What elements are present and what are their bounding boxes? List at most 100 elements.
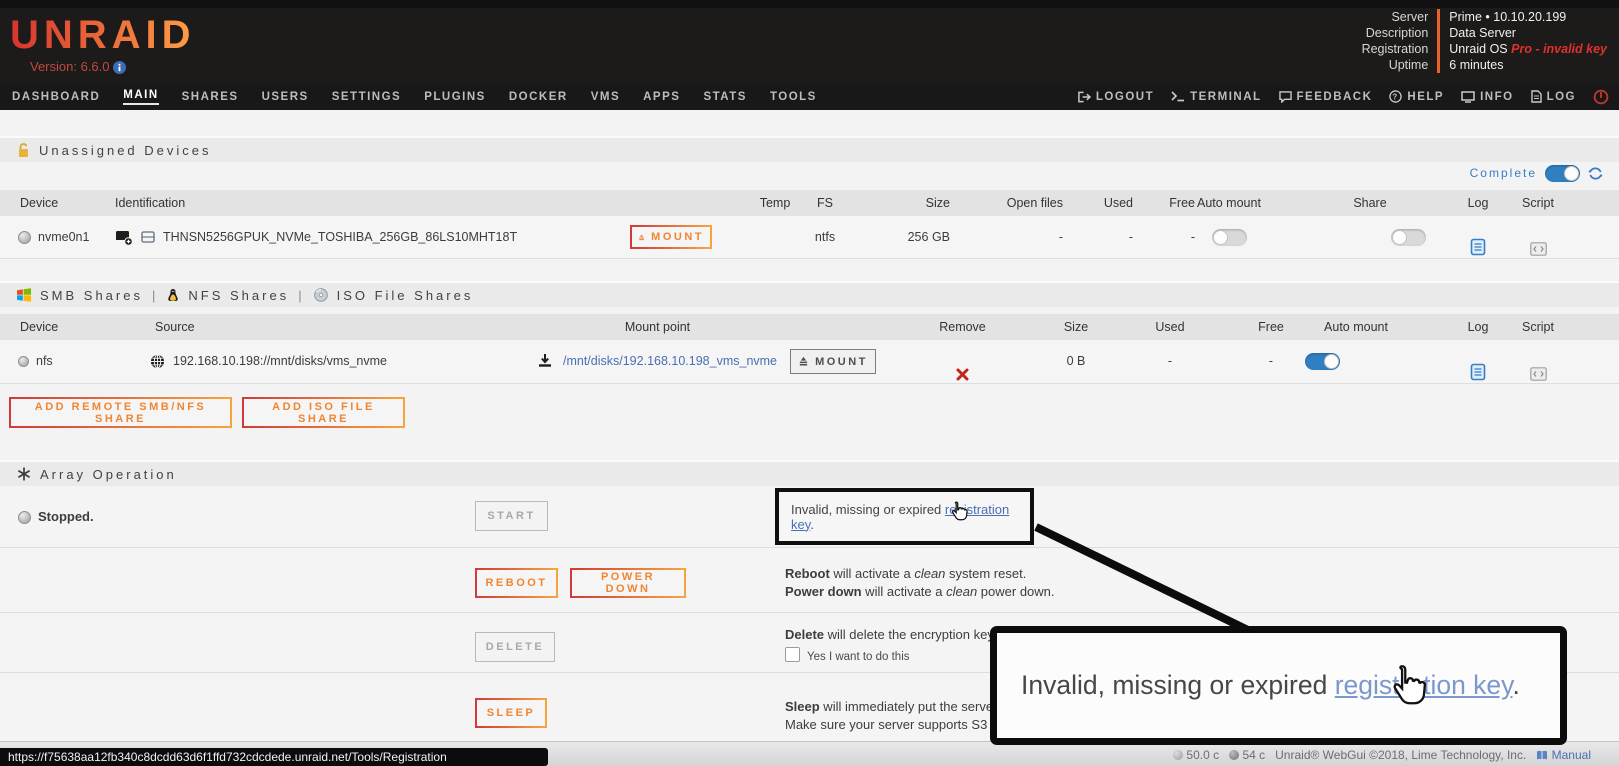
temp-cpu: 50.0 c: [1173, 748, 1219, 762]
manual-link-group: Manual: [1536, 748, 1591, 762]
start-button[interactable]: START: [475, 501, 548, 531]
mount-icon: [798, 356, 809, 367]
help-button[interactable]: ? HELP: [1389, 90, 1444, 103]
unlock-icon: [17, 143, 30, 158]
array-status-dot: [18, 511, 31, 524]
info-icon[interactable]: [113, 61, 126, 74]
mount-device-button[interactable]: MOUNT: [630, 225, 712, 249]
nav-shares[interactable]: SHARES: [182, 91, 239, 103]
script-icon[interactable]: [1530, 242, 1547, 256]
col-temp: Temp: [745, 190, 805, 216]
add-remote-share-button[interactable]: ADD REMOTE SMB/NFS SHARE: [9, 397, 232, 428]
footer-copyright: Unraid® WebGui ©2018, Lime Technology, I…: [1275, 748, 1526, 762]
unraid-main-page: UNRAID Version: 6.6.0 Server Prime • 10.…: [0, 0, 1619, 766]
share-status-dot: [18, 356, 29, 367]
mount-share-button[interactable]: MOUNT: [790, 349, 876, 374]
log-icon[interactable]: [1470, 363, 1486, 381]
registration-value: Unraid OS Pro - invalid key: [1437, 41, 1607, 57]
nav-tools[interactable]: TOOLS: [770, 91, 817, 103]
col-mount-point: Mount point: [580, 314, 735, 340]
nav-docker[interactable]: DOCKER: [509, 91, 568, 103]
auto-mount-toggle[interactable]: [1305, 353, 1340, 370]
col-used: Used: [1075, 190, 1133, 216]
iso-disc-icon: [314, 288, 328, 302]
monitor-icon: [1461, 91, 1475, 103]
section-title: Array Operation: [40, 467, 177, 482]
tab-nfs-shares[interactable]: NFS Shares: [188, 288, 289, 303]
reboot-description: Reboot will activate a clean system rese…: [785, 566, 1026, 581]
mount-point-link[interactable]: /mnt/disks/192.168.10.198_vms_nvme: [563, 340, 777, 383]
delete-confirm-checkbox[interactable]: [785, 647, 800, 662]
tab-iso-file-shares[interactable]: ISO File Shares: [337, 288, 474, 303]
source-cell: 192.168.10.198://mnt/disks/vms_nvme: [150, 340, 387, 383]
script-cell: [1500, 227, 1576, 269]
nav-users[interactable]: USERS: [262, 91, 309, 103]
col-auto-mount: Auto mount: [1310, 314, 1402, 340]
remove-x-icon[interactable]: [956, 368, 969, 381]
warning-text: Invalid, missing or expired registration…: [791, 502, 1030, 532]
alert-power-icon[interactable]: [1593, 89, 1609, 105]
manual-link[interactable]: Manual: [1552, 748, 1591, 762]
tab-smb-shares[interactable]: SMB Shares: [40, 288, 143, 303]
nav-stats[interactable]: STATS: [703, 91, 747, 103]
logfile-icon: [1531, 90, 1542, 103]
server-info-label: Server: [1362, 9, 1438, 25]
delete-button[interactable]: DELETE: [475, 632, 555, 662]
refresh-icon[interactable]: [1588, 166, 1603, 181]
log-icon[interactable]: [1470, 238, 1486, 256]
nav-plugins[interactable]: PLUGINS: [424, 91, 486, 103]
share-toggle[interactable]: [1391, 229, 1426, 246]
partition-icon[interactable]: [141, 231, 155, 243]
power-down-button[interactable]: POWER DOWN: [570, 568, 686, 598]
unassigned-devices-section-header: Unassigned Devices: [0, 136, 1619, 162]
feedback-button[interactable]: FEEDBACK: [1279, 91, 1373, 103]
complete-label: Complete: [1470, 166, 1537, 180]
size-cell: 0 B: [1030, 340, 1122, 383]
complete-toggle-group: Complete: [1470, 161, 1603, 185]
server-info-panel: Server Prime • 10.10.20.199 Description …: [1362, 9, 1607, 73]
col-script: Script: [1500, 314, 1576, 340]
nav-settings[interactable]: SETTINGS: [332, 91, 402, 103]
delete-description: Delete will delete the encryption keyfil…: [785, 627, 1014, 642]
info-button[interactable]: INFO: [1461, 91, 1513, 103]
section-title: Unassigned Devices: [39, 143, 212, 158]
log-button[interactable]: LOG: [1531, 90, 1576, 103]
col-size: Size: [1030, 314, 1122, 340]
disk-drive-add-icon[interactable]: [115, 229, 133, 246]
free-cell: -: [1145, 216, 1195, 258]
col-identification: Identification: [115, 190, 185, 216]
mb-temp-dot: [1229, 750, 1239, 760]
feedback-icon: [1279, 91, 1292, 103]
nav-main[interactable]: MAIN: [123, 89, 158, 105]
globe-icon: [150, 354, 165, 369]
col-used: Used: [1125, 314, 1215, 340]
add-iso-share-button[interactable]: ADD ISO FILE SHARE: [242, 397, 405, 428]
server-info-value: Data Server: [1437, 25, 1607, 41]
svg-text:?: ?: [1393, 92, 1399, 101]
device-cell: nvme0n1: [18, 216, 89, 258]
col-open-files: Open files: [975, 190, 1063, 216]
main-nav: DASHBOARD MAIN SHARES USERS SETTINGS PLU…: [0, 83, 1619, 110]
logout-button[interactable]: LOGOUT: [1078, 91, 1154, 103]
nav-left: DASHBOARD MAIN SHARES USERS SETTINGS PLU…: [12, 83, 817, 110]
version-label: Version: 6.6.0: [30, 59, 126, 74]
sleep-description-line1: Sleep will immediately put the server in: [785, 699, 1011, 714]
nfs-share-row: nfs 192.168.10.198://mnt/disks/vms_nvme …: [0, 340, 1619, 384]
nav-vms[interactable]: VMS: [591, 91, 620, 103]
col-fs: FS: [800, 190, 850, 216]
complete-toggle[interactable]: [1545, 165, 1580, 182]
terminal-button[interactable]: TERMINAL: [1171, 91, 1261, 103]
auto-mount-toggle[interactable]: [1212, 229, 1247, 246]
power-down-description: Power down will activate a clean power d…: [785, 584, 1055, 599]
device-status-dot: [18, 231, 31, 244]
script-icon[interactable]: [1530, 367, 1547, 381]
reboot-button[interactable]: REBOOT: [475, 568, 558, 598]
nav-apps[interactable]: APPS: [643, 91, 680, 103]
unassigned-table-header: Device Identification Temp FS Size Open …: [0, 190, 1619, 216]
nav-dashboard[interactable]: DASHBOARD: [12, 91, 100, 103]
invalid-key-flag: Pro - invalid key: [1511, 42, 1607, 56]
sleep-button[interactable]: SLEEP: [475, 698, 547, 728]
device-cell: nfs: [18, 340, 53, 383]
array-reboot-row: REBOOT POWER DOWN Reboot will activate a…: [0, 547, 1619, 613]
array-asterisk-icon: [17, 467, 31, 481]
